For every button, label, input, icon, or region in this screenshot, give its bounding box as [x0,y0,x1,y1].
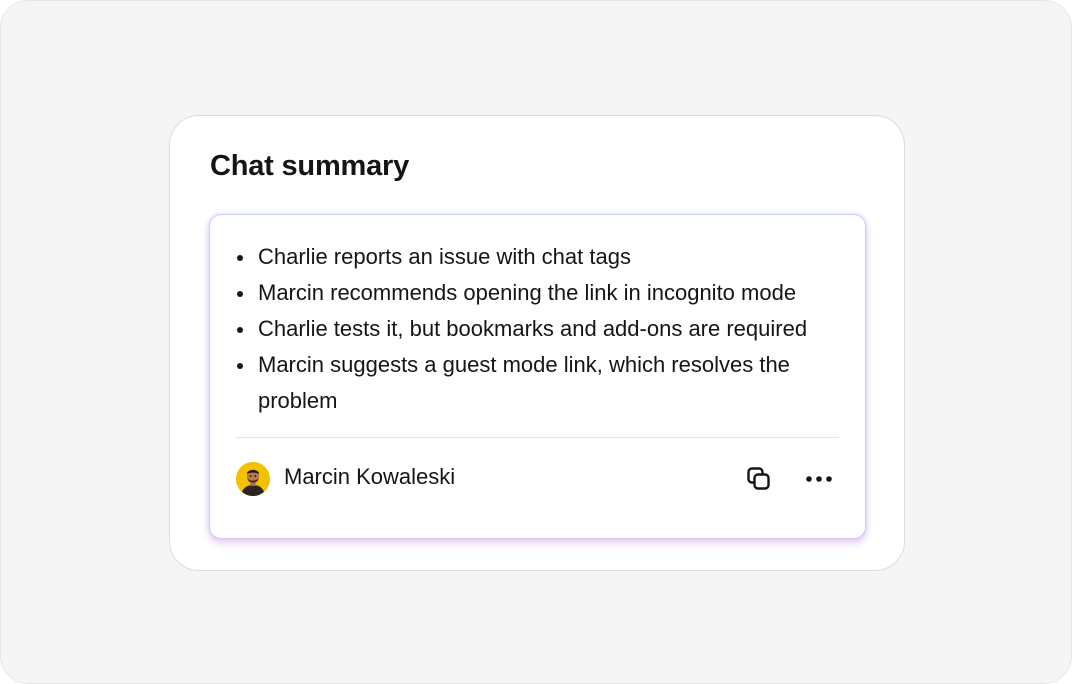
card-title: Chat summary [210,150,410,182]
chat-summary-card: Chat summary Charlie reports an issue wi… [169,115,905,571]
background-frame: Chat summary Charlie reports an issue wi… [0,0,1072,684]
author-name: Marcin Kowaleski [284,464,456,489]
more-horizontal-icon [806,476,832,482]
summary-footer: Marcin Kowaleski [236,461,839,497]
more-options-button[interactable] [801,461,837,497]
summary-item: Charlie tests it, but bookmarks and add-… [237,311,857,347]
summary-list: Charlie reports an issue with chat tags … [237,239,857,419]
summary-item: Charlie reports an issue with chat tags [237,239,857,275]
summary-box: Charlie reports an issue with chat tags … [209,214,866,539]
copy-icon [747,467,770,490]
person-avatar-icon [236,462,270,496]
copy-button[interactable] [741,461,777,497]
summary-item: Marcin recommends opening the link in in… [237,275,857,311]
divider [236,437,839,438]
summary-item: Marcin suggests a guest mode link, which… [237,347,818,419]
avatar[interactable] [236,462,270,496]
